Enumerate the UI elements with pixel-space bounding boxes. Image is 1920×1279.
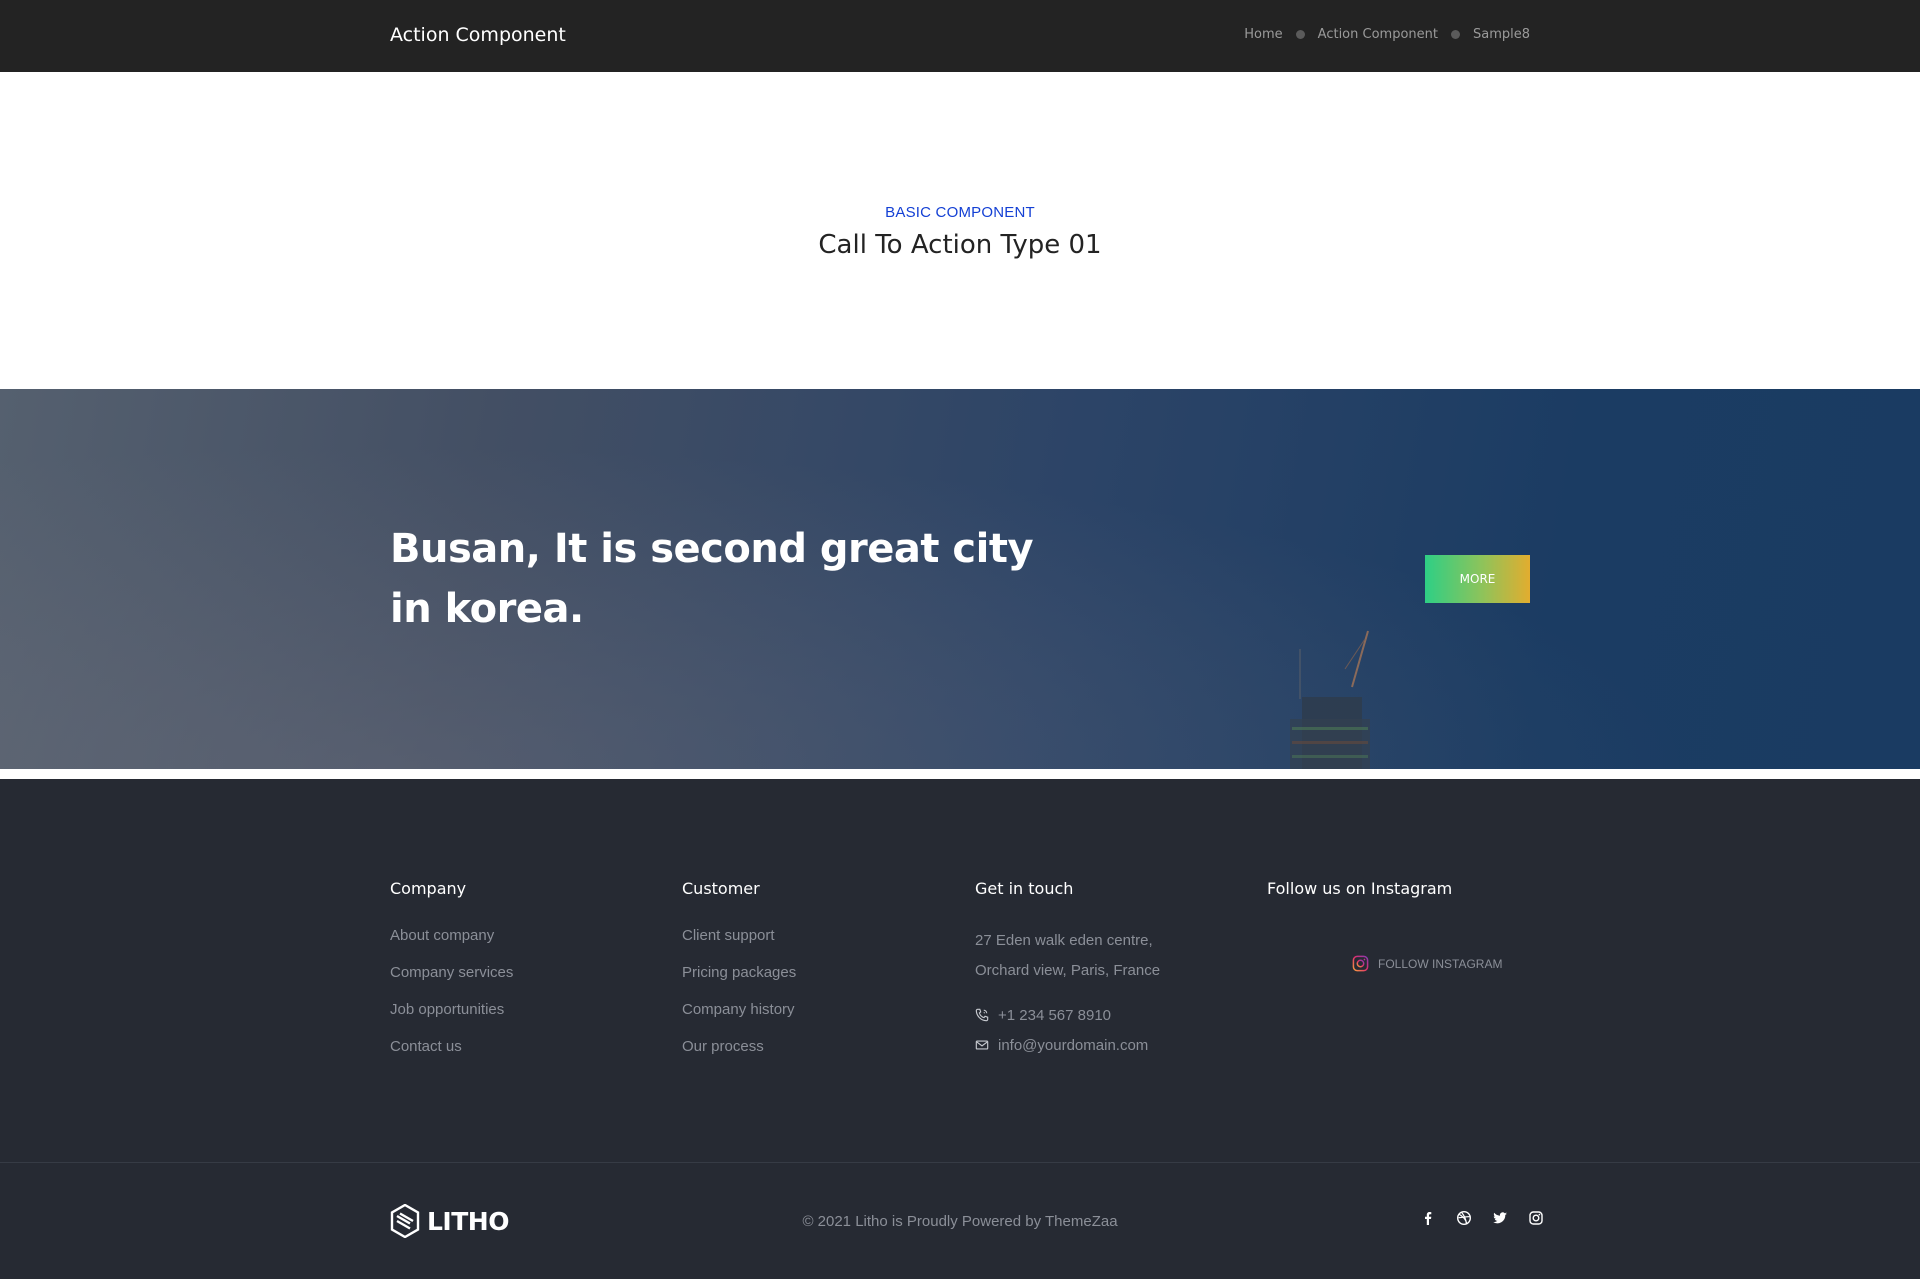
follow-instagram-label: FOLLOW INSTAGRAM [1378, 956, 1503, 971]
twitter-icon[interactable] [1492, 1210, 1508, 1226]
email-address: info@yourdomain.com [998, 1036, 1149, 1054]
section-gap [0, 769, 1920, 779]
follow-instagram-link[interactable]: FOLLOW INSTAGRAM [1352, 955, 1502, 972]
footer-link-company-services[interactable]: Company services [390, 963, 513, 1000]
page-title: Action Component [390, 24, 566, 46]
footer-link-pricing-packages[interactable]: Pricing packages [682, 963, 796, 1000]
breadcrumb-current[interactable]: Sample8 [1473, 27, 1530, 42]
section-intro: BASIC COMPONENT Call To Action Type 01 [0, 72, 1920, 389]
footer-link-our-process[interactable]: Our process [682, 1037, 796, 1074]
site-footer: Company About company Company services J… [0, 779, 1920, 1279]
breadcrumb-home[interactable]: Home [1244, 27, 1282, 42]
footer-column-instagram: Follow us on Instagram [1267, 879, 1452, 898]
footer-column-customer: Customer Client support Pricing packages… [682, 879, 796, 1074]
address-line-2: Orchard view, Paris, France [975, 962, 1161, 979]
footer-column-company: Company About company Company services J… [390, 879, 513, 1074]
facebook-icon[interactable] [1420, 1210, 1436, 1226]
footer-link-company-history[interactable]: Company history [682, 1000, 796, 1037]
footer-column-get-in-touch: Get in touch 27 Eden walk eden centre, O… [975, 879, 1160, 1060]
breadcrumb-action-component[interactable]: Action Component [1318, 27, 1438, 42]
footer-link-job-opportunities[interactable]: Job opportunities [390, 1000, 513, 1037]
instagram-icon [1352, 955, 1369, 972]
section-title: Call To Action Type 01 [818, 230, 1102, 260]
phone-icon [975, 1008, 989, 1022]
breadcrumb-separator [1295, 30, 1305, 39]
footer-link-client-support[interactable]: Client support [682, 926, 796, 963]
dribbble-icon[interactable] [1456, 1210, 1472, 1226]
section-eyebrow: BASIC COMPONENT [885, 204, 1035, 221]
footer-email[interactable]: info@yourdomain.com [975, 1030, 1160, 1060]
footer-link-about-company[interactable]: About company [390, 926, 513, 963]
footer-address: 27 Eden walk eden centre, Orchard view, … [975, 926, 1160, 986]
footer-heading-customer: Customer [682, 879, 760, 898]
breadcrumb: Home Action Component Sample8 [1244, 27, 1530, 42]
address-line-1: 27 Eden walk eden centre, [975, 932, 1153, 949]
footer-phone[interactable]: +1 234 567 8910 [975, 1000, 1160, 1030]
construction-building-image [1290, 630, 1370, 769]
social-links [1400, 1210, 1544, 1226]
more-button[interactable]: MORE [1425, 555, 1530, 603]
instagram-icon[interactable] [1528, 1210, 1544, 1226]
footer-divider [0, 1162, 1920, 1163]
breadcrumb-separator [1450, 30, 1460, 39]
phone-number: +1 234 567 8910 [998, 1006, 1112, 1024]
banner-headline: Busan, It is second great city in korea. [390, 526, 1034, 632]
mail-icon [975, 1040, 989, 1050]
footer-heading-company: Company [390, 879, 467, 898]
footer-heading-get-in-touch: Get in touch [975, 879, 1074, 898]
call-to-action-banner: Busan, It is second great city in korea.… [0, 389, 1920, 769]
footer-heading-instagram: Follow us on Instagram [1267, 879, 1453, 898]
footer-link-contact-us[interactable]: Contact us [390, 1037, 513, 1074]
top-bar: Action Component Home Action Component S… [0, 0, 1920, 72]
copyright-text: © 2021 Litho is Proudly Powered by Theme… [802, 1213, 1118, 1230]
